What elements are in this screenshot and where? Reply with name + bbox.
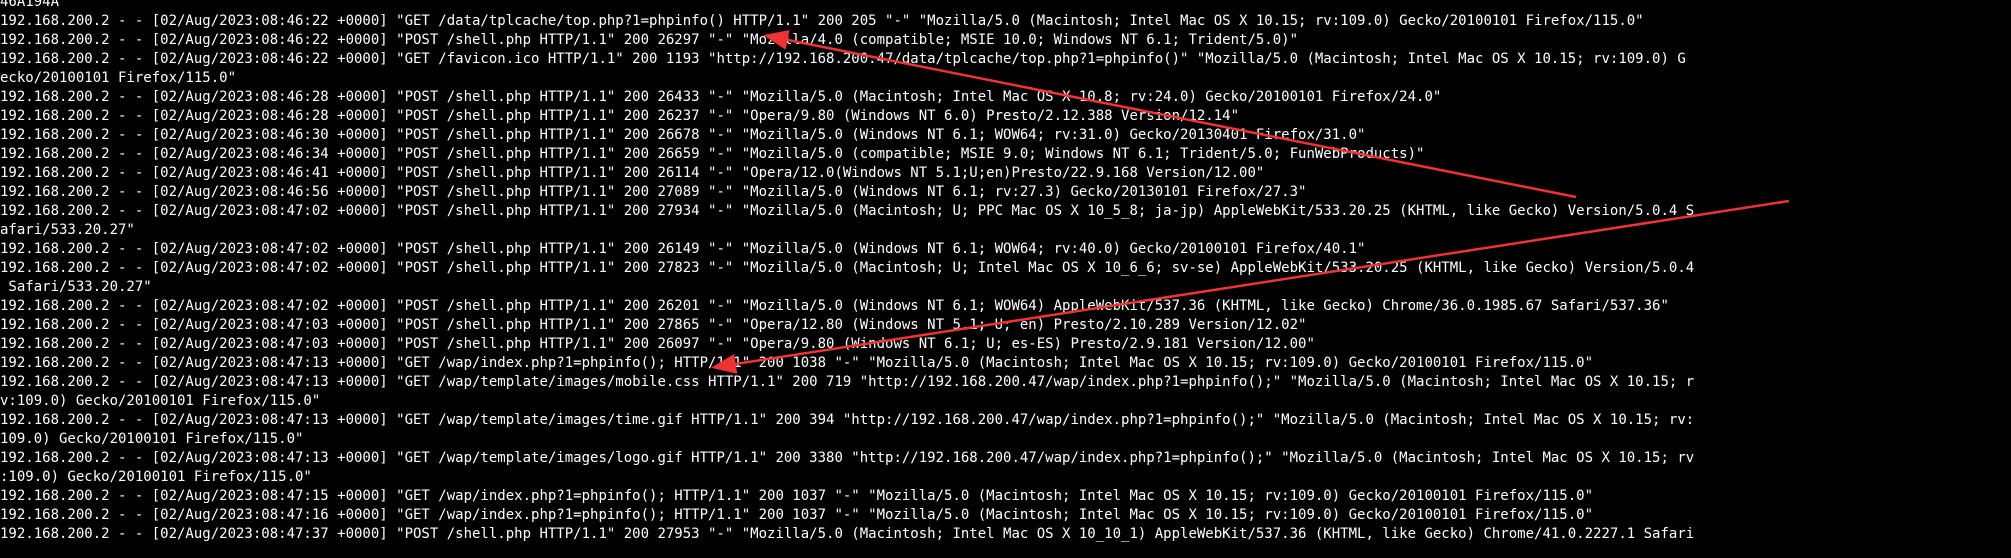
- log-line: 192.168.200.2 - - [02/Aug/2023:08:47:16 …: [0, 507, 1594, 523]
- log-line: 192.168.200.2 - - [02/Aug/2023:08:47:02 …: [0, 203, 1695, 219]
- log-line: 192.168.200.2 - - [02/Aug/2023:08:47:37 …: [0, 526, 1695, 542]
- log-line: :109.0) Gecko/20100101 Firefox/115.0": [0, 469, 312, 485]
- log-line: 192.168.200.2 - - [02/Aug/2023:08:46:22 …: [0, 13, 1644, 29]
- log-line: 46A194A": [0, 0, 68, 10]
- log-line: 192.168.200.2 - - [02/Aug/2023:08:46:41 …: [0, 165, 1265, 181]
- log-line: 192.168.200.2 - - [02/Aug/2023:08:46:56 …: [0, 184, 1307, 200]
- log-line: 192.168.200.2 - - [02/Aug/2023:08:46:34 …: [0, 146, 1425, 162]
- terminal-window[interactable]: 46A194A" 192.168.200.2 - - [02/Aug/2023:…: [0, 0, 2011, 558]
- log-line: ecko/20100101 Firefox/115.0": [0, 70, 237, 86]
- log-line: 192.168.200.2 - - [02/Aug/2023:08:47:03 …: [0, 317, 1307, 333]
- log-line: 192.168.200.2 - - [02/Aug/2023:08:47:13 …: [0, 355, 1594, 371]
- log-line: 192.168.200.2 - - [02/Aug/2023:08:47:13 …: [0, 412, 1695, 428]
- log-line: Safari/533.20.27": [0, 279, 152, 295]
- log-line: 192.168.200.2 - - [02/Aug/2023:08:46:28 …: [0, 89, 1442, 105]
- log-line: 192.168.200.2 - - [02/Aug/2023:08:46:30 …: [0, 127, 1366, 143]
- log-line: 192.168.200.2 - - [02/Aug/2023:08:47:13 …: [0, 374, 1695, 390]
- log-line: 109.0) Gecko/20100101 Firefox/115.0": [0, 431, 304, 447]
- log-line: 192.168.200.2 - - [02/Aug/2023:08:46:22 …: [0, 51, 1686, 67]
- log-line: afari/533.20.27": [0, 222, 135, 238]
- log-line: 192.168.200.2 - - [02/Aug/2023:08:47:02 …: [0, 298, 1669, 314]
- log-line: 192.168.200.2 - - [02/Aug/2023:08:47:03 …: [0, 336, 1315, 352]
- log-line: 192.168.200.2 - - [02/Aug/2023:08:47:13 …: [0, 450, 1695, 466]
- log-line: 192.168.200.2 - - [02/Aug/2023:08:47:02 …: [0, 241, 1366, 257]
- log-line: 192.168.200.2 - - [02/Aug/2023:08:46:22 …: [0, 32, 1299, 48]
- log-line: 192.168.200.2 - - [02/Aug/2023:08:47:15 …: [0, 488, 1594, 504]
- log-line: v:109.0) Gecko/20100101 Firefox/115.0": [0, 393, 321, 409]
- log-line: 192.168.200.2 - - [02/Aug/2023:08:47:02 …: [0, 260, 1695, 276]
- log-line: 192.168.200.2 - - [02/Aug/2023:08:46:28 …: [0, 108, 1240, 124]
